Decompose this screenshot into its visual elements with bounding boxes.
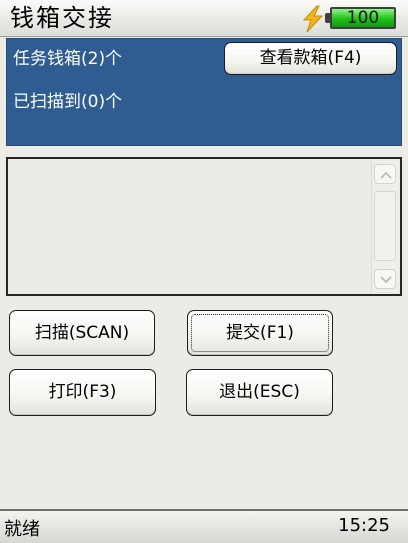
scanned-count-label: 已扫描到(0)个 [13, 92, 123, 112]
view-boxes-button[interactable]: 查看款箱(F4) [224, 42, 397, 75]
submit-button[interactable]: 提交(F1) [187, 310, 333, 356]
charging-bolt-icon [302, 5, 324, 33]
clock-time: 15:25 [338, 515, 390, 536]
scanned-list[interactable] [6, 157, 402, 296]
chevron-down-icon [380, 276, 392, 284]
status-text: 就绪 [4, 519, 40, 540]
scan-button[interactable]: 扫描(SCAN) [9, 310, 155, 356]
page-title: 钱箱交接 [10, 4, 114, 32]
battery-cap [325, 13, 330, 23]
task-boxes-label: 任务钱箱(2)个 [13, 49, 123, 69]
battery-icon: 100 [325, 7, 396, 29]
battery-level-text: 100 [346, 8, 380, 28]
exit-button[interactable]: 退出(ESC) [186, 369, 333, 416]
scroll-up-button[interactable] [374, 164, 396, 184]
list-scrollbar[interactable] [371, 161, 398, 292]
chevron-up-icon [380, 171, 392, 179]
scroll-thumb[interactable] [374, 191, 396, 261]
scroll-down-button[interactable] [374, 269, 396, 289]
status-bar: 就绪 15:25 [0, 509, 408, 543]
print-button[interactable]: 打印(F3) [9, 369, 156, 416]
summary-panel: 任务钱箱(2)个 已扫描到(0)个 查看款箱(F4) [6, 38, 402, 146]
title-bar: 钱箱交接 100 [0, 0, 408, 37]
